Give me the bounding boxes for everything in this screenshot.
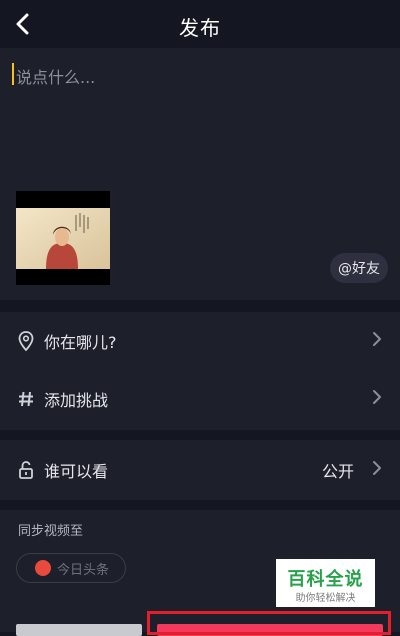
watermark-title: 百科全说 (287, 569, 364, 590)
chevron-right-icon (372, 331, 382, 351)
thumbnail-image (16, 191, 110, 285)
post-options: 你在哪儿? 添加挑战 (0, 312, 400, 430)
caption-input[interactable]: 说点什么... (16, 64, 95, 88)
top-bar: 发布 (0, 0, 400, 48)
privacy-value: 公开 (321, 462, 354, 481)
location-pin-icon (16, 331, 36, 351)
text-caret (12, 63, 14, 85)
mention-friend-button[interactable]: @好友 (330, 253, 388, 283)
sync-toutiao-toggle[interactable]: 今日头条 (16, 553, 126, 583)
unlock-icon (16, 460, 36, 480)
hashtag-icon (16, 389, 36, 409)
sync-platform-label: 今日头条 (57, 562, 110, 578)
section-divider (0, 300, 400, 312)
sync-label: 同步视频至 (18, 524, 84, 539)
privacy-row[interactable]: 谁可以看 公开 (0, 440, 400, 500)
page-title: 发布 (179, 16, 221, 40)
chevron-right-icon (372, 460, 382, 480)
privacy-panel: 谁可以看 公开 (0, 440, 400, 500)
location-row[interactable]: 你在哪儿? (0, 312, 400, 370)
watermark-subtitle: 助你轻松解决 (295, 593, 356, 604)
video-thumbnail[interactable] (16, 191, 110, 285)
challenge-row[interactable]: 添加挑战 (0, 370, 400, 428)
toutiao-logo-icon (35, 560, 51, 576)
challenge-label: 添加挑战 (44, 391, 109, 410)
section-divider (0, 430, 400, 440)
chevron-right-icon (372, 389, 382, 409)
highlight-frame (147, 611, 391, 635)
location-label: 你在哪儿? (44, 333, 117, 352)
section-divider (0, 500, 400, 510)
draft-button[interactable] (16, 624, 142, 636)
watermark-logo: 百科全说 助你轻松解决 (276, 559, 375, 607)
privacy-label: 谁可以看 (44, 462, 109, 481)
